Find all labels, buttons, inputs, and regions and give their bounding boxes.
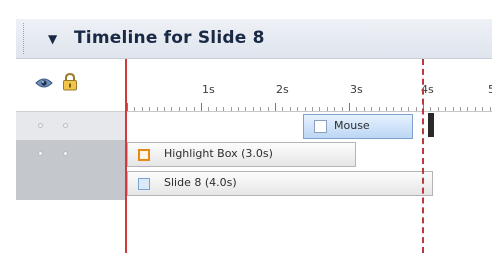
timeline-tracks: 1s 2s 3s 4s 5 Mouse Highlight Box (3.0s)… [127, 59, 492, 253]
layer-row-highlight-box [16, 140, 125, 169]
ruler-tick [230, 107, 232, 111]
ruler-tick [334, 107, 336, 111]
layer-controls-column [16, 59, 125, 253]
layer-row-empty [16, 200, 125, 253]
ruler-tick [134, 107, 136, 111]
ruler-tick [437, 107, 439, 111]
ruler-tick [208, 107, 210, 111]
ruler-tick [349, 103, 350, 111]
track-row-mouse: Mouse [127, 112, 492, 140]
timeline-bar-highlight-box[interactable]: Highlight Box (3.0s) [127, 142, 356, 167]
ruler-tick [445, 107, 447, 111]
ruler-tick [164, 107, 165, 111]
timeline-title: Timeline for Slide 8 [74, 28, 265, 48]
visibility-toggle[interactable] [38, 123, 43, 128]
visibility-toggle[interactable] [38, 151, 43, 156]
lock-toggle[interactable] [63, 123, 68, 128]
ruler-tick [260, 107, 262, 111]
timeline-header[interactable]: ▼ Timeline for Slide 8 [16, 19, 492, 59]
ruler-tick [378, 107, 380, 111]
ruler-tick [460, 107, 461, 111]
ruler-tick [275, 103, 276, 111]
highlight-box-icon [138, 149, 150, 161]
ruler-tick [201, 103, 202, 111]
ruler-tick [297, 107, 299, 111]
ruler-tick [452, 107, 454, 111]
ruler-tick [289, 107, 291, 111]
ruler-tick [467, 107, 469, 111]
ruler-tick [171, 107, 173, 111]
ruler-tick [223, 107, 225, 111]
ruler-tick [304, 107, 306, 111]
track-row-highlight-box: Highlight Box (3.0s) [127, 140, 492, 169]
ruler-tick [127, 103, 128, 111]
end-marker[interactable] [428, 113, 434, 137]
ruler-tick [193, 107, 195, 111]
ruler-tick [430, 107, 432, 111]
ruler-tick [341, 107, 343, 111]
ruler-tick [282, 107, 284, 111]
ruler-tick [489, 107, 491, 111]
panel-top-strip [16, 8, 492, 19]
timeline-bar-mouse[interactable]: Mouse [303, 114, 413, 139]
ruler-tick [400, 107, 402, 111]
ruler-tick [371, 107, 373, 111]
drag-grip-icon[interactable] [23, 23, 28, 54]
playhead[interactable] [422, 59, 424, 253]
ruler-tick [215, 107, 217, 111]
ruler-tick [363, 107, 365, 111]
bar-label: Slide 8 (4.0s) [164, 176, 237, 189]
ruler-tick [415, 107, 417, 111]
layer-row-mouse [16, 112, 125, 140]
timeline-bar-slide[interactable]: Slide 8 (4.0s) [127, 171, 433, 196]
collapse-triangle-icon[interactable]: ▼ [48, 30, 57, 48]
ruler-label: 1s [202, 83, 215, 96]
time-ruler[interactable]: 1s 2s 3s 4s 5 [127, 59, 492, 112]
eye-icon[interactable] [35, 77, 53, 89]
ruler-tick [238, 107, 239, 111]
ruler-tick [408, 107, 410, 111]
ruler-tick [482, 107, 484, 111]
ruler-tick [319, 107, 321, 111]
ruler-label: 2s [276, 83, 289, 96]
layer-controls-header [16, 59, 125, 112]
ruler-tick [312, 107, 313, 111]
bar-label: Highlight Box (3.0s) [164, 147, 273, 160]
track-row-slide: Slide 8 (4.0s) [127, 169, 492, 200]
lock-toggle[interactable] [63, 151, 68, 156]
ruler-tick [252, 107, 254, 111]
ruler-tick [178, 107, 180, 111]
lock-icon[interactable] [62, 73, 78, 91]
ruler-tick [141, 107, 143, 111]
ruler-tick [393, 107, 395, 111]
bar-label: Mouse [334, 119, 370, 132]
ruler-tick [356, 107, 358, 111]
ruler-label: 3s [350, 83, 363, 96]
ruler-tick [326, 107, 328, 111]
ruler-tick [156, 107, 158, 111]
ruler-tick [186, 107, 188, 111]
ruler-tick [245, 107, 247, 111]
timeline-panel: ▼ Timeline for Slide 8 1s 2s 3s 4s 5 Mou… [16, 8, 492, 253]
ruler-tick [386, 107, 387, 111]
ruler-label: 5 [488, 83, 492, 96]
layer-row-slide [16, 169, 125, 200]
ruler-tick [267, 107, 269, 111]
ruler-tick [474, 107, 476, 111]
mouse-icon [314, 120, 327, 133]
slide-icon [138, 178, 150, 190]
ruler-tick [149, 107, 151, 111]
